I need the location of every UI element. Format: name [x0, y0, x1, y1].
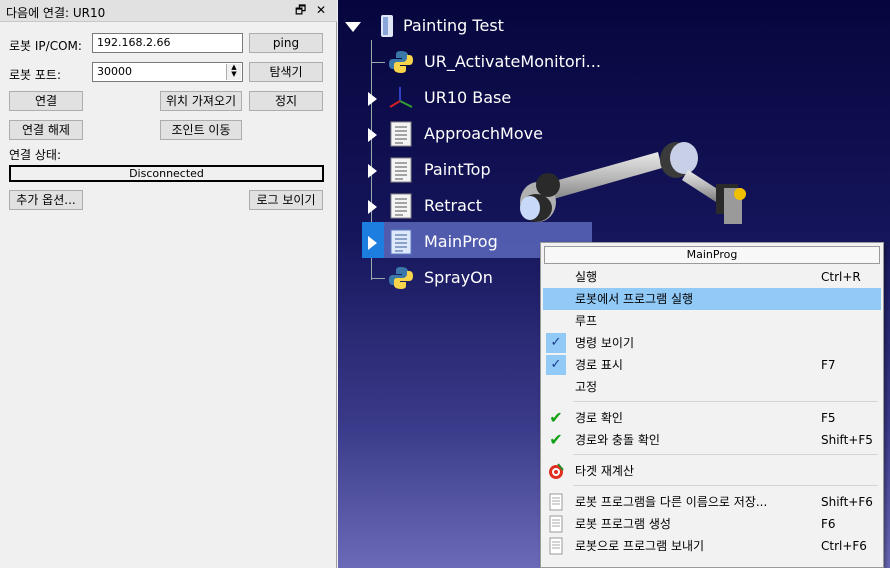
- float-window-icon[interactable]: 🗗: [295, 3, 306, 17]
- checkmark-icon: ✓: [546, 355, 566, 375]
- tree-item-label: SprayOn: [424, 268, 493, 287]
- more-options-button[interactable]: 추가 옵션...: [9, 190, 83, 210]
- robot-port-stepper[interactable]: 30000 ▲ ▼: [92, 62, 243, 82]
- expand-arrow-icon[interactable]: [368, 236, 377, 250]
- menu-item-check-path[interactable]: ✔ 경로 확인 F5: [543, 407, 881, 429]
- tree-item-label: Painting Test: [403, 16, 504, 35]
- context-menu: MainProg 실행 Ctrl+R 로봇에서 프로그램 실행 루프 ✓ 명령 …: [540, 242, 884, 568]
- robot-ip-input[interactable]: 192.168.2.66: [92, 33, 243, 53]
- collapse-arrow-icon[interactable]: [345, 22, 361, 32]
- panel-title-bar: 다음에 연결: UR10 🗗 ✕: [0, 0, 337, 22]
- menu-item-label: 실행: [575, 270, 598, 284]
- program-icon: [390, 193, 412, 219]
- green-check-icon: ✔: [549, 430, 563, 449]
- tree-item-label: PaintTop: [424, 160, 491, 179]
- menu-item-run-on-robot[interactable]: 로봇에서 프로그램 실행: [543, 288, 881, 310]
- show-log-button[interactable]: 로그 보이기: [249, 190, 323, 210]
- tree-item-label: ApproachMove: [424, 124, 543, 143]
- menu-item-label: 경로 확인: [575, 411, 623, 425]
- menu-item-label: 로봇에서 프로그램 실행: [575, 292, 694, 306]
- menu-item-shortcut: F7: [821, 358, 836, 372]
- menu-item-label: 고정: [575, 380, 598, 394]
- connection-status-value: Disconnected: [9, 165, 324, 182]
- document-icon: [549, 537, 563, 555]
- tree-item-label: MainProg: [424, 232, 498, 251]
- get-position-button[interactable]: 위치 가져오기: [160, 91, 242, 111]
- menu-item-shortcut: Shift+F5: [821, 433, 873, 447]
- menu-item-show-instructions[interactable]: ✓ 명령 보이기: [543, 332, 881, 354]
- menu-item-label: 로봇 프로그램을 다른 이름으로 저장...: [575, 495, 768, 509]
- menu-item-shortcut: Ctrl+F6: [821, 539, 867, 553]
- program-icon: [390, 121, 412, 147]
- tree-item-label: UR10 Base: [424, 88, 512, 107]
- menu-item-save-program-as[interactable]: 로봇 프로그램을 다른 이름으로 저장... Shift+F6: [543, 491, 881, 513]
- menu-item-run[interactable]: 실행 Ctrl+R: [543, 266, 881, 288]
- robot-ip-label: 로봇 IP/COM:: [9, 39, 82, 53]
- menu-item-label: 로봇 프로그램 생성: [575, 517, 671, 531]
- spin-buttons[interactable]: ▲ ▼: [226, 64, 241, 80]
- tree-item-label: UR_ActivateMonitori...: [424, 52, 601, 71]
- menu-item-label: 로봇으로 프로그램 보내기: [575, 539, 705, 553]
- target-recalc-icon: [549, 463, 564, 479]
- menu-item-shortcut: Ctrl+R: [821, 270, 861, 284]
- menu-item-label: 루프: [575, 314, 598, 328]
- program-icon: [390, 157, 412, 183]
- tree-branch: [371, 62, 385, 63]
- checkmark-icon: ✓: [546, 333, 566, 353]
- menu-item-check-path-collision[interactable]: ✔ 경로와 충돌 확인 Shift+F5: [543, 429, 881, 451]
- robot-connection-panel: 다음에 연결: UR10 🗗 ✕ 로봇 IP/COM: 192.168.2.66…: [0, 0, 337, 568]
- menu-item-label: 명령 보이기: [575, 336, 635, 350]
- connection-status-label: 연결 상태:: [9, 148, 62, 162]
- menu-item-recalculate-targets[interactable]: 타겟 재계산: [543, 460, 881, 482]
- menu-item-label: 경로 표시: [575, 358, 623, 372]
- expand-arrow-icon[interactable]: [368, 200, 377, 214]
- document-icon: [549, 493, 563, 511]
- panel-title: 다음에 연결: UR10: [6, 6, 106, 20]
- menu-item-label: 타겟 재계산: [575, 464, 635, 478]
- expand-arrow-icon[interactable]: [368, 128, 377, 142]
- menu-item-label: 경로와 충돌 확인: [575, 433, 660, 447]
- tree-item-label: Retract: [424, 196, 482, 215]
- python-icon: [389, 267, 413, 289]
- menu-separator: [573, 401, 878, 402]
- expand-arrow-icon[interactable]: [368, 164, 377, 178]
- ping-button[interactable]: ping: [249, 33, 323, 53]
- menu-item-generate-program[interactable]: 로봇 프로그램 생성 F6: [543, 513, 881, 535]
- tree-branch: [371, 278, 385, 279]
- context-menu-header: MainProg: [544, 246, 880, 264]
- explorer-button[interactable]: 탐색기: [249, 62, 323, 82]
- program-icon: [390, 229, 412, 255]
- green-check-icon: ✔: [549, 408, 563, 427]
- frame-icon: [389, 87, 413, 108]
- robot-port-label: 로봇 포트:: [9, 68, 62, 82]
- disconnect-button[interactable]: 연결 해제: [9, 120, 83, 140]
- menu-item-shortcut: Shift+F6: [821, 495, 873, 509]
- menu-separator: [573, 454, 878, 455]
- connect-button[interactable]: 연결: [9, 91, 83, 111]
- document-icon: [549, 515, 563, 533]
- close-icon[interactable]: ✕: [316, 3, 326, 17]
- robot-port-value: 30000: [97, 65, 132, 78]
- menu-item-show-path[interactable]: ✓ 경로 표시 F7: [543, 354, 881, 376]
- menu-item-loop[interactable]: 루프: [543, 310, 881, 332]
- menu-item-send-program-to-robot[interactable]: 로봇으로 프로그램 보내기 Ctrl+F6: [543, 535, 881, 557]
- menu-separator: [573, 485, 878, 486]
- expand-arrow-icon[interactable]: [368, 92, 377, 106]
- stop-button[interactable]: 정지: [249, 91, 323, 111]
- station-icon: [381, 15, 393, 37]
- menu-item-lock[interactable]: 고정: [543, 376, 881, 398]
- move-joints-button[interactable]: 조인트 이동: [160, 120, 242, 140]
- python-icon: [389, 51, 413, 73]
- menu-item-shortcut: F6: [821, 517, 836, 531]
- menu-item-shortcut: F5: [821, 411, 836, 425]
